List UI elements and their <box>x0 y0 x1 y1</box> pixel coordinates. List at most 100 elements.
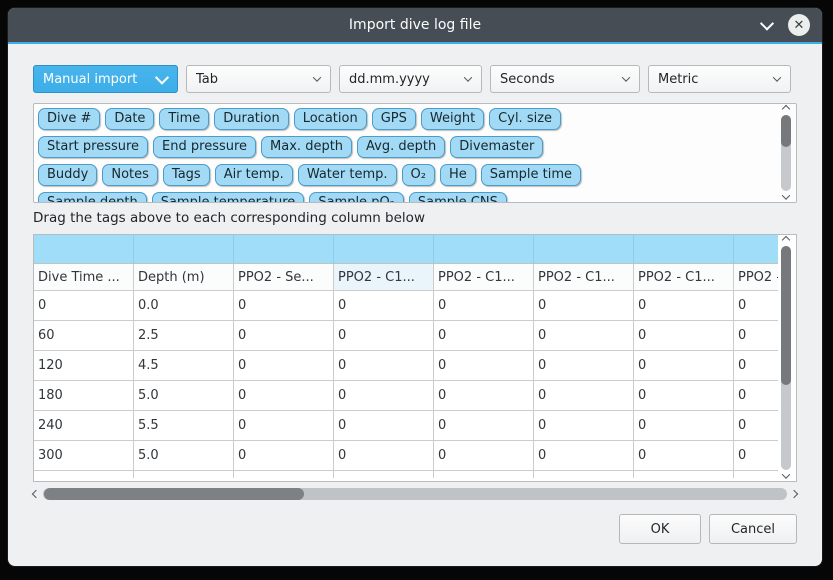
cancel-button[interactable]: Cancel <box>709 514 797 544</box>
field-separator-select[interactable]: Tab <box>186 65 331 93</box>
tag-pill[interactable]: Time <box>159 108 209 130</box>
units-select[interactable]: Metric <box>648 65 791 93</box>
tag-pill[interactable]: Sample depth <box>38 192 147 203</box>
scrollbar-track[interactable] <box>781 246 791 470</box>
tag-palette-scrollbar[interactable] <box>778 106 794 200</box>
table-cell: 5.0 <box>134 441 234 471</box>
table-row: 3005.0000000 <box>34 441 778 471</box>
table-cell: 0 <box>334 411 434 441</box>
column-header[interactable]: PPO2 - C1... <box>534 264 634 291</box>
titlebar-controls: ✕ <box>762 8 810 42</box>
column-drop-target[interactable] <box>134 235 234 264</box>
column-header[interactable]: PPO2 - C1... <box>334 264 434 291</box>
tag-pill[interactable]: Cyl. size <box>489 108 561 130</box>
column-drop-row <box>34 235 778 264</box>
column-drop-target[interactable] <box>34 235 134 264</box>
column-drop-target[interactable] <box>334 235 434 264</box>
ok-button[interactable]: OK <box>619 514 701 544</box>
column-header[interactable]: Depth (m) <box>134 264 234 291</box>
column-header[interactable]: PPO2 - C1... <box>734 264 778 291</box>
import-mode-select[interactable]: Manual import <box>33 65 178 93</box>
table-cell: 0 <box>634 351 734 381</box>
scrollbar-track[interactable] <box>43 488 787 500</box>
column-drop-target[interactable] <box>234 235 334 264</box>
tag-pill[interactable]: He <box>440 164 476 186</box>
tag-pill[interactable]: Buddy <box>38 164 97 186</box>
import-options-row: Manual import Tab dd.mm.yyyy Seconds Met… <box>33 65 797 93</box>
tag-pill[interactable]: Duration <box>214 108 288 130</box>
tag-pill[interactable]: Avg. depth <box>357 136 445 158</box>
tag-palette: Dive #DateTimeDuration LocationGPSWeightC… <box>33 103 797 203</box>
table-cell <box>34 471 134 478</box>
tag-pill[interactable]: Max. depth <box>261 136 352 158</box>
scroll-up-icon[interactable] <box>782 236 790 244</box>
scrollbar-track[interactable] <box>781 115 791 191</box>
chevron-down-icon <box>464 73 472 81</box>
table-cell <box>234 471 334 478</box>
tag-pill[interactable]: O₂ <box>402 164 435 186</box>
table-cell: 0 <box>734 321 778 351</box>
table-cell: 0 <box>334 441 434 471</box>
tag-pill[interactable]: Divemaster <box>450 136 543 158</box>
duration-format-select[interactable]: Seconds <box>490 65 640 93</box>
import-mode-value: Manual import <box>43 72 137 87</box>
column-drop-target[interactable] <box>634 235 734 264</box>
scroll-right-icon[interactable] <box>790 490 798 498</box>
close-button[interactable]: ✕ <box>788 14 810 36</box>
tag-pill[interactable]: End pressure <box>153 136 256 158</box>
tag-pill[interactable]: Air temp. <box>215 164 293 186</box>
dialog-buttons: OK Cancel <box>33 514 797 544</box>
table-cell: 120 <box>34 351 134 381</box>
table-row: 1204.5000000 <box>34 351 778 381</box>
tag-pill[interactable]: Weight <box>421 108 484 130</box>
tag-pill[interactable]: Tags <box>163 164 210 186</box>
table-cell: 0 <box>234 381 334 411</box>
tag-pill[interactable]: Date <box>105 108 154 130</box>
tag-pill[interactable]: Notes <box>102 164 158 186</box>
field-separator-value: Tab <box>196 72 218 87</box>
tag-pill[interactable]: Water temp. <box>298 164 397 186</box>
column-header[interactable]: PPO2 - Se... <box>234 264 334 291</box>
column-drop-target[interactable] <box>734 235 778 264</box>
scrollbar-thumb[interactable] <box>781 246 791 385</box>
table-cell <box>134 471 234 478</box>
scroll-down-icon[interactable] <box>782 470 790 478</box>
tag-row: Dive #DateTimeDuration LocationGPSWeightC… <box>38 108 774 130</box>
table-cell: 0 <box>34 291 134 321</box>
tag-pill[interactable]: Sample pO₂ <box>309 192 404 203</box>
table-cell: 0 <box>234 351 334 381</box>
tag-pill[interactable]: Sample temperature <box>152 192 305 203</box>
date-format-select[interactable]: dd.mm.yyyy <box>339 65 482 93</box>
table-grid: Dive Time ...Depth (m)PPO2 - Se...PPO2 -… <box>34 235 778 478</box>
scroll-left-icon[interactable] <box>32 490 40 498</box>
column-header[interactable]: Dive Time ... <box>34 264 134 291</box>
tag-pill[interactable]: Sample time <box>481 164 581 186</box>
dialog-content: Manual import Tab dd.mm.yyyy Seconds Met… <box>8 44 822 544</box>
tag-pill[interactable]: Start pressure <box>38 136 148 158</box>
table-cell <box>734 471 778 478</box>
column-header[interactable]: PPO2 - C1... <box>634 264 734 291</box>
collapse-window-icon[interactable] <box>760 17 774 31</box>
table-cell: 240 <box>34 411 134 441</box>
table-cell: 0 <box>534 441 634 471</box>
column-header[interactable]: PPO2 - C1... <box>434 264 534 291</box>
column-drop-target[interactable] <box>534 235 634 264</box>
table-cell: 0 <box>434 351 534 381</box>
close-icon: ✕ <box>794 19 805 32</box>
tag-pill[interactable]: Dive # <box>38 108 100 130</box>
table-cell: 0 <box>234 321 334 351</box>
table-cell: 0 <box>534 411 634 441</box>
tag-pill[interactable]: GPS <box>372 108 416 130</box>
table-scrollbar[interactable] <box>778 237 794 479</box>
horizontal-scrollbar[interactable] <box>33 487 797 501</box>
tag-pill[interactable]: Location <box>294 108 367 130</box>
tag-pill[interactable]: Sample CNS <box>409 192 507 203</box>
table-row-partial <box>34 471 778 478</box>
column-drop-target[interactable] <box>434 235 534 264</box>
scrollbar-thumb[interactable] <box>781 115 791 147</box>
table-cell: 0 <box>234 441 334 471</box>
scrollbar-thumb[interactable] <box>44 488 304 500</box>
titlebar[interactable]: Import dive log file ✕ <box>8 8 822 44</box>
scroll-down-icon[interactable] <box>782 191 790 199</box>
scroll-up-icon[interactable] <box>782 105 790 113</box>
